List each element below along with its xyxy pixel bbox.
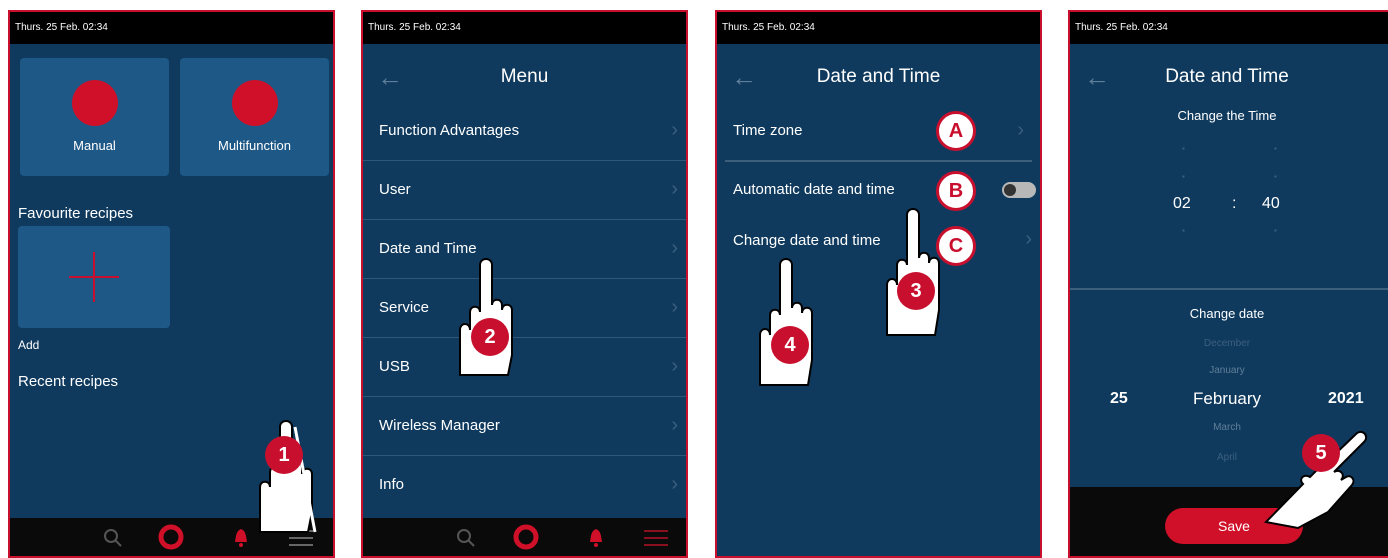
- menu-item-label: Service: [379, 299, 430, 316]
- time-zone-row[interactable]: Time zone ›: [725, 102, 1032, 162]
- search-icon[interactable]: [456, 528, 476, 548]
- tile-label: Manual: [73, 138, 116, 153]
- home-screen: Thurs. 25 Feb. 02:34 Manual Multifunctio…: [8, 10, 335, 558]
- add-recipe-tile[interactable]: [18, 226, 170, 328]
- status-bar: Thurs. 25 Feb. 02:34: [363, 12, 686, 44]
- date-heading: Change date: [1189, 306, 1265, 321]
- automatic-toggle[interactable]: [1002, 182, 1036, 198]
- chevron-right-icon: ›: [671, 355, 678, 377]
- chevron-right-icon: ›: [1025, 228, 1032, 250]
- page-title: Date and Time: [1165, 66, 1289, 87]
- home-icon[interactable]: [513, 524, 539, 550]
- picker-dim-value: ▪: [1274, 226, 1277, 235]
- manual-icon: [71, 80, 118, 126]
- home-icon[interactable]: [158, 524, 184, 550]
- step-badge: 1: [265, 436, 303, 474]
- menu-screen: Thurs. 25 Feb. 02:34 ← Menu Function Adv…: [361, 10, 688, 558]
- menu-item-user[interactable]: User ›: [363, 161, 686, 220]
- minute-picker[interactable]: 40: [1262, 195, 1280, 213]
- search-icon[interactable]: [103, 528, 123, 548]
- status-time: Thurs. 25 Feb. 02:34: [15, 22, 108, 33]
- status-bar: Thurs. 25 Feb. 02:34: [10, 12, 333, 44]
- add-label: Add: [18, 338, 40, 352]
- chevron-right-icon: ›: [671, 178, 678, 200]
- recent-heading: Recent recipes: [18, 373, 119, 390]
- menu-item-label: User: [379, 181, 411, 198]
- chevron-right-icon: ›: [671, 119, 678, 141]
- bottom-nav: [363, 518, 686, 556]
- menu-item-label: USB: [379, 358, 410, 375]
- page-title: Menu: [500, 66, 549, 87]
- hour-picker[interactable]: 02: [1173, 195, 1191, 213]
- chevron-right-icon: ›: [1017, 119, 1024, 141]
- chevron-right-icon: ›: [671, 414, 678, 436]
- menu-item-label: Wireless Manager: [379, 417, 500, 434]
- chevron-right-icon: ›: [671, 296, 678, 318]
- menu-icon[interactable]: [644, 528, 668, 548]
- chevron-right-icon: ›: [671, 473, 678, 495]
- favourites-heading: Favourite recipes: [18, 205, 134, 222]
- manual-tile[interactable]: Manual: [20, 58, 169, 176]
- step-badge: 3: [897, 272, 935, 310]
- marker-a: A: [936, 111, 976, 151]
- menu-item-wireless-manager[interactable]: Wireless Manager ›: [363, 397, 686, 456]
- toggle-knob: [1004, 184, 1016, 196]
- picker-dim-value: ▪: [1274, 172, 1277, 181]
- tap-hand-icon: [459, 258, 513, 376]
- year-picker[interactable]: 2021: [1328, 390, 1364, 408]
- status-time: Thurs. 25 Feb. 02:34: [722, 22, 815, 33]
- multifunction-icon: [231, 80, 278, 126]
- change-date-time-label[interactable]: Change date and time: [733, 232, 881, 249]
- picker-dim-value: ▪: [1182, 172, 1185, 181]
- tile-label: Multifunction: [218, 138, 291, 153]
- step-badge: 5: [1302, 434, 1340, 472]
- status-time: Thurs. 25 Feb. 02:34: [368, 22, 461, 33]
- status-time: Thurs. 25 Feb. 02:34: [1075, 22, 1168, 33]
- time-separator: :: [1232, 195, 1237, 212]
- bell-icon[interactable]: [587, 528, 605, 548]
- tap-hand-icon: [759, 258, 813, 386]
- menu-item-info[interactable]: Info ›: [363, 456, 686, 514]
- menu-item-label: Info: [379, 476, 405, 493]
- status-bar: Thurs. 25 Feb. 02:34: [1070, 12, 1388, 44]
- step-badge: 4: [771, 326, 809, 364]
- change-date-time-screen: Thurs. 25 Feb. 02:34 ← Date and Time Cha…: [1068, 10, 1388, 558]
- month-option: January: [1209, 365, 1245, 376]
- step-badge: 2: [471, 318, 509, 356]
- picker-dim-value: ▪: [1274, 144, 1277, 153]
- plus-icon: [69, 252, 119, 302]
- menu-item-label: Function Advantages: [379, 122, 520, 139]
- menu-item-label: Time zone: [733, 122, 803, 139]
- automatic-date-time-label: Automatic date and time: [733, 181, 895, 198]
- multifunction-tile[interactable]: Multifunction: [180, 58, 329, 176]
- picker-dim-value: ▪: [1182, 226, 1185, 235]
- time-heading: Change the Time: [1177, 108, 1277, 123]
- status-bar: Thurs. 25 Feb. 02:34: [717, 12, 1040, 44]
- picker-dim-value: ▪: [1182, 144, 1185, 153]
- tap-hand-icon: [886, 208, 940, 336]
- menu-item-function-advantages[interactable]: Function Advantages ›: [363, 102, 686, 161]
- tap-hand-icon: [259, 420, 317, 533]
- page-title: Date and Time: [816, 66, 941, 87]
- month-option: December: [1203, 338, 1251, 349]
- divider: [1070, 288, 1388, 290]
- date-time-screen: Thurs. 25 Feb. 02:34 ← Date and Time Tim…: [715, 10, 1042, 558]
- chevron-right-icon: ›: [671, 237, 678, 259]
